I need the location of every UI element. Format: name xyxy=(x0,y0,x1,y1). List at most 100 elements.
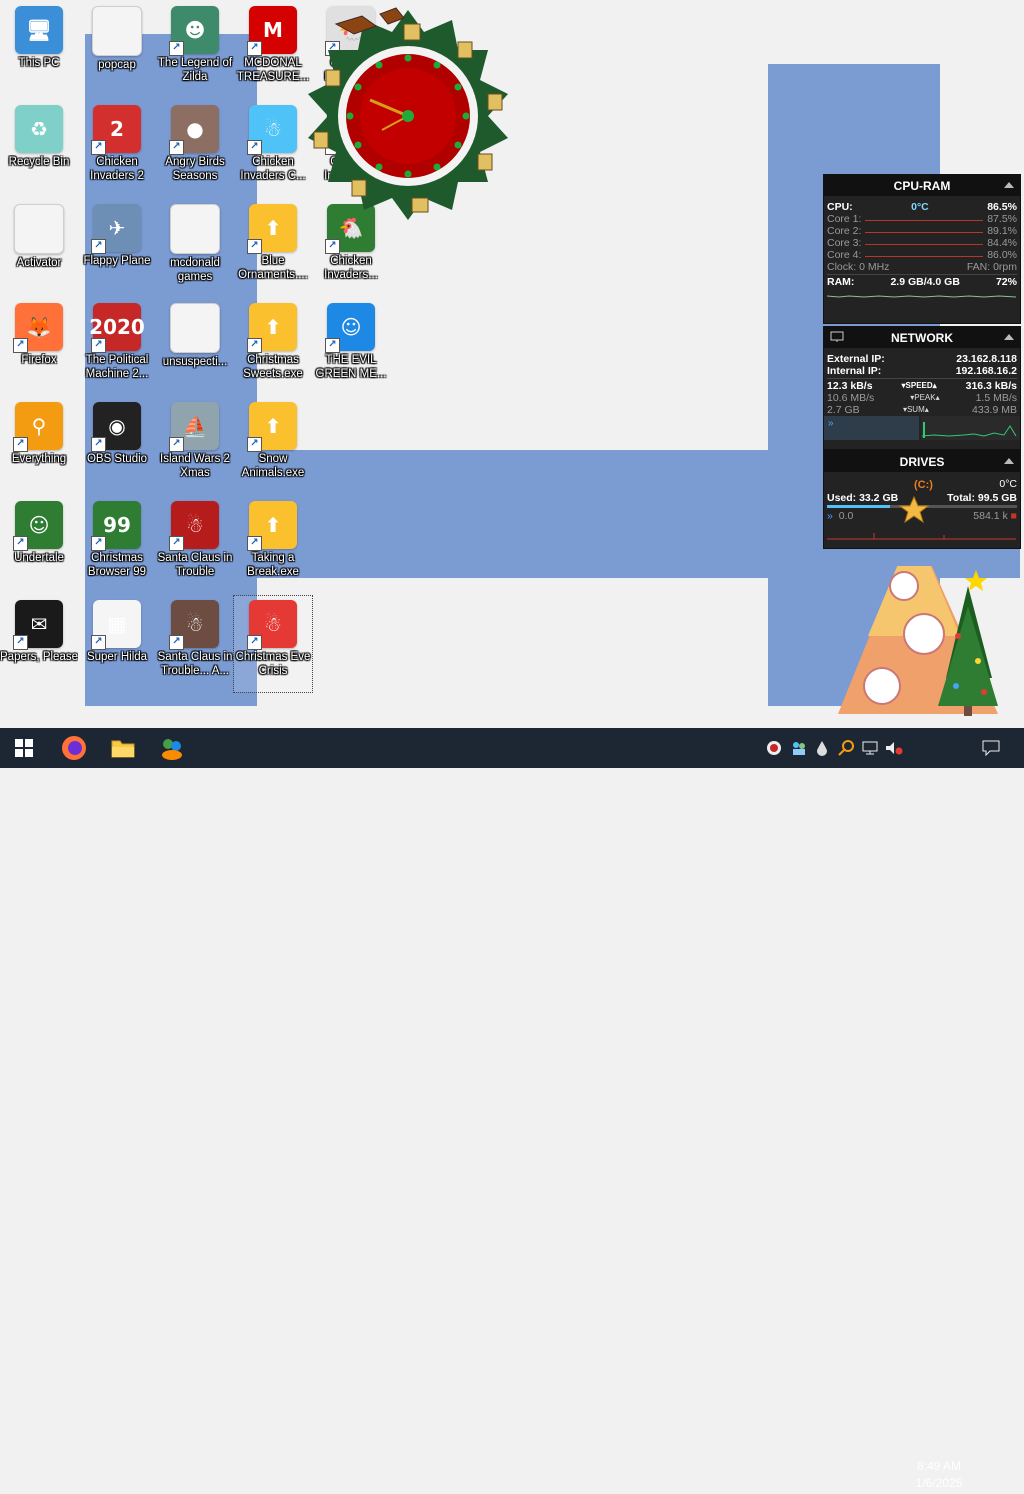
desktop-icon[interactable]: ✉ ↗ Papers, Please xyxy=(0,596,78,692)
taskbar-messenger[interactable] xyxy=(148,728,196,768)
desktop-icon[interactable]: 2 ↗ Chicken Invaders 2 xyxy=(78,101,156,197)
desktop-icon[interactable]: ☺ ↗ THE EVIL GREEN ME... xyxy=(312,299,390,395)
tray-antivirus-icon[interactable] xyxy=(764,738,784,758)
desktop-icon-label: The Political Machine 2... xyxy=(85,354,149,380)
core-list: Core 1: 87.5% Core 2: 89.1% Core 3: 84.4% Core… xyxy=(824,213,1020,261)
sum-row: 2.7 GB ▾SUM▴ 433.9 MB xyxy=(824,404,1020,416)
monitor-icon xyxy=(830,331,844,346)
collapse-icon[interactable] xyxy=(1004,334,1014,340)
tray-network-icon[interactable] xyxy=(860,738,880,758)
cpu-ram-header[interactable]: CPU-RAM xyxy=(824,175,1020,196)
drive-letter[interactable]: (C:) xyxy=(914,479,933,491)
desktop-icon-label: Undertale xyxy=(14,552,64,564)
clock-date: 1/6/2025 xyxy=(915,1476,963,1490)
game-icon: ✈ ↗ xyxy=(91,204,141,254)
desktop-icon-label: Christmas Sweets.exe xyxy=(243,354,303,380)
desktop-icon[interactable]: Activator xyxy=(0,200,78,296)
cpu-row: CPU: 0°C 86.5% xyxy=(824,201,1020,213)
desktop-icon[interactable]: ☃ ↗ Christmas Eve Crisis xyxy=(233,595,313,693)
shortcut-arrow-icon: ↗ xyxy=(247,140,262,155)
firefox-icon xyxy=(62,736,86,760)
clock-fan-row: Clock: 0 MHz FAN: 0rpm xyxy=(824,261,1020,273)
desktop-icon[interactable]: ✈ ↗ Flappy Plane xyxy=(78,200,156,296)
collapse-icon[interactable] xyxy=(1004,458,1014,464)
recycle-bin-icon: ♻ xyxy=(15,105,63,153)
collapse-icon[interactable] xyxy=(1004,182,1014,188)
desktop-icon[interactable]: ☃ ↗ Santa Claus in Trouble xyxy=(156,497,234,593)
core-value: 84.4% xyxy=(987,237,1017,249)
desktop-icon-label: Blue Ornaments.... xyxy=(238,255,308,281)
desktop-icon[interactable]: 2020 ↗ The Political Machine 2... xyxy=(78,299,156,395)
installer-icon: ⬆ ↗ xyxy=(247,402,297,452)
ram-label: RAM: xyxy=(827,276,855,288)
cpu-ram-gadget[interactable]: CPU-RAM CPU: 0°C 86.5% Core 1: 87.5% Core … xyxy=(823,174,1021,324)
everything-search-icon: ⚲ ↗ xyxy=(13,402,63,452)
desktop-icon-label: popcap xyxy=(98,59,136,71)
sum-label: ▾SUM▴ xyxy=(902,405,929,414)
desktop-icon-label: Christmas Browser 99 xyxy=(87,552,147,578)
start-button[interactable] xyxy=(0,728,48,768)
tray-search-icon[interactable] xyxy=(836,738,856,758)
desktop-icon[interactable]: ⬆ ↗ Taking a Break.exe xyxy=(234,497,312,593)
desktop-icon-label: Activator xyxy=(16,257,62,269)
taskbar-firefox[interactable] xyxy=(50,728,98,768)
taskbar-clock[interactable]: 8:49 AM 1/6/2025 xyxy=(908,1458,970,1494)
desktop-icon-label: Angry Birds Seasons xyxy=(165,156,225,182)
desktop-icon[interactable]: ⬆ ↗ Christmas Sweets.exe xyxy=(234,299,312,395)
desktop-icon-label: Recycle Bin xyxy=(8,156,70,168)
desktop-icon-label: mcdonald games xyxy=(170,257,220,283)
shortcut-arrow-icon: ↗ xyxy=(247,338,262,353)
ram-amount: 2.9 GB/4.0 GB xyxy=(890,276,960,288)
desktop-icon[interactable]: unsuspecti... xyxy=(156,299,234,395)
desktop-icon-label: Snow Animals.exe xyxy=(241,453,305,479)
drive-read: » 0.0 xyxy=(827,510,854,522)
drive-usage-fill xyxy=(827,505,891,508)
desktop-icon-label: This PC xyxy=(18,57,60,69)
ram-usage-graph xyxy=(826,295,1017,298)
desktop-icon[interactable]: ▦ ↗ Super Hilda xyxy=(78,596,156,692)
drive-used: Used: 33.2 GB xyxy=(827,492,899,504)
network-gadget[interactable]: NETWORK External IP: 23.162.8.118 Intern… xyxy=(823,326,1021,450)
desktop-icon[interactable]: ☻ ↗ The Legend of Zilda xyxy=(156,2,234,98)
core-row: Core 4: 86.0% xyxy=(824,249,1020,261)
drive-activity-graph xyxy=(827,533,1016,540)
shortcut-arrow-icon: ↗ xyxy=(247,239,262,254)
desktop-icon[interactable]: ● ↗ Angry Birds Seasons xyxy=(156,101,234,197)
installer-icon: ⬆ ↗ xyxy=(247,303,297,353)
notifications-icon[interactable] xyxy=(981,738,1001,758)
desktop-icon[interactable]: 🦊 ↗ Firefox xyxy=(0,299,78,395)
cpu-clock: Clock: 0 MHz xyxy=(827,261,890,273)
tray-drop-icon[interactable] xyxy=(812,738,832,758)
clock-time: 8:49 AM xyxy=(916,1459,962,1473)
desktop-icon[interactable]: 🖥 This PC xyxy=(0,2,78,98)
speed-label: ▾SPEED▴ xyxy=(901,381,937,390)
drives-header[interactable]: DRIVES xyxy=(824,451,1020,472)
desktop-icon-label: Taking a Break.exe xyxy=(247,552,299,578)
core-value: 86.0% xyxy=(987,249,1017,261)
taskbar-file-explorer[interactable] xyxy=(99,728,147,768)
folder-icon xyxy=(111,740,135,758)
core-value: 89.1% xyxy=(987,225,1017,237)
angry-birds-icon: ● ↗ xyxy=(169,105,219,155)
undertale-icon: ☺ ↗ xyxy=(13,501,63,551)
desktop-icon[interactable]: ◉ ↗ OBS Studio xyxy=(78,398,156,494)
desktop-icon[interactable]: ♻ Recycle Bin xyxy=(0,101,78,197)
speed-down: 316.3 kB/s xyxy=(965,380,1017,392)
desktop-icon[interactable]: popcap xyxy=(78,2,156,98)
network-header[interactable]: NETWORK xyxy=(824,327,1020,348)
tray-people-icon[interactable] xyxy=(789,738,809,758)
drive-total: Total: 99.5 GB xyxy=(947,492,1017,504)
desktop-icon[interactable]: ⚲ ↗ Everything xyxy=(0,398,78,494)
mcdonalds-icon: M ↗ xyxy=(247,6,297,56)
tray-volume-muted-icon[interactable] xyxy=(884,738,904,758)
desktop-icon[interactable]: ⛵ ↗ Island Wars 2 Xmas xyxy=(156,398,234,494)
desktop-icon[interactable]: ☺ ↗ Undertale xyxy=(0,497,78,593)
core-label: Core 3: xyxy=(827,237,862,249)
desktop-icon[interactable]: ☃ ↗ Santa Claus in Trouble... A... xyxy=(156,596,234,692)
shortcut-arrow-icon: ↗ xyxy=(13,536,28,551)
desktop-icon[interactable]: ⬆ ↗ Snow Animals.exe xyxy=(234,398,312,494)
desktop-icon[interactable]: mcdonald games xyxy=(156,200,234,296)
desktop-icon-label: Flappy Plane xyxy=(83,255,151,267)
desktop-icon[interactable]: 99 ↗ Christmas Browser 99 xyxy=(78,497,156,593)
cpu-temp: 0°C xyxy=(911,201,929,213)
